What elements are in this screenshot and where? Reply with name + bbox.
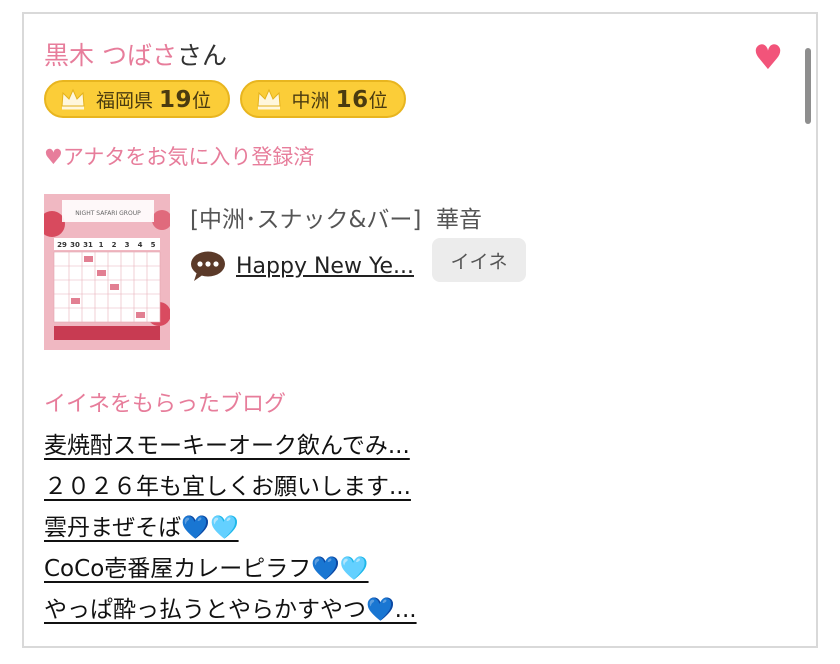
ranking-badge-area[interactable]: 中洲 16位 <box>239 80 407 118</box>
thumbnail-date: 3 <box>125 241 130 249</box>
list-item: ２０２６年も宜しくお願いします... <box>44 467 417 508</box>
thumbnail-date: 1 <box>99 241 104 249</box>
ranking-badge-prefecture[interactable]: 福岡県 19位 <box>44 80 230 118</box>
scrollbar[interactable] <box>805 48 811 124</box>
badge-rank: 16位 <box>335 86 389 113</box>
liked-blog-link[interactable]: やっぱ酔っ払うとやらかすやつ💙... <box>44 597 417 623</box>
thumbnail-date: 4 <box>138 241 143 249</box>
honorific: さん <box>176 41 227 70</box>
thumbnail-header: NIGHT SAFARI GROUP <box>75 210 141 217</box>
favorite-status: ♥アナタをお気に入り登録済 <box>44 145 315 169</box>
chat-bubble-icon <box>191 251 225 281</box>
thumbnail-date: 5 <box>151 241 156 249</box>
list-item: 雲丹まぜそば💙🩵 <box>44 508 417 549</box>
calendar-image: NIGHT SAFARI GROUP 29 30 31 1 2 3 4 5 <box>44 194 170 350</box>
liked-blogs-heading: イイネをもらったブログ <box>44 392 287 417</box>
list-item: やっぱ酔っ払うとやらかすやつ💙... <box>44 590 417 631</box>
latest-blog-link[interactable]: Happy New Ye... <box>236 254 414 279</box>
thumbnail-date: 31 <box>83 241 93 249</box>
user-name-row: 黒木 つばささん <box>44 36 227 72</box>
ranking-badges: 福岡県 19位 中洲 16位 <box>44 80 407 118</box>
latest-blog-row: Happy New Ye... イイネ <box>190 238 526 282</box>
shop-info: [中洲･スナック&バー] 華音 <box>190 200 482 234</box>
badge-area: 福岡県 <box>96 89 154 112</box>
crown-icon <box>61 88 85 110</box>
user-name[interactable]: 黒木 つばさ <box>44 41 177 70</box>
blog-author[interactable]: 華音 <box>436 207 482 233</box>
list-item: CoCo壱番屋カレーピラフ💙🩵 <box>44 549 417 590</box>
thumbnail-date: 29 <box>57 241 67 249</box>
thumbnail-date: 30 <box>70 241 80 249</box>
thumbnail-date: 2 <box>112 241 117 249</box>
blog-thumbnail[interactable]: NIGHT SAFARI GROUP 29 30 31 1 2 3 4 5 <box>44 194 170 350</box>
heart-icon[interactable]: ♥ <box>750 40 786 76</box>
liked-blog-link[interactable]: CoCo壱番屋カレーピラフ💙🩵 <box>44 556 369 582</box>
crown-icon <box>257 88 281 110</box>
shop-category[interactable]: [中洲･スナック&バー] <box>190 207 421 233</box>
profile-card: 黒木 つばささん ♥ 福岡県 19位 中洲 16位 ♥アナタをお気に入り登録済 <box>22 12 818 648</box>
list-item: 麦焼酎スモーキーオーク飲んでみ... <box>44 426 417 467</box>
liked-blog-link[interactable]: 麦焼酎スモーキーオーク飲んでみ... <box>44 433 410 459</box>
liked-blog-link[interactable]: 雲丹まぜそば💙🩵 <box>44 515 239 541</box>
like-button[interactable]: イイネ <box>431 238 526 282</box>
liked-blogs-list: 麦焼酎スモーキーオーク飲んでみ... ２０２６年も宜しくお願いします... 雲丹… <box>44 426 417 631</box>
liked-blog-link[interactable]: ２０２６年も宜しくお願いします... <box>44 474 411 500</box>
badge-area: 中洲 <box>291 89 330 112</box>
badge-rank: 19位 <box>159 86 212 113</box>
